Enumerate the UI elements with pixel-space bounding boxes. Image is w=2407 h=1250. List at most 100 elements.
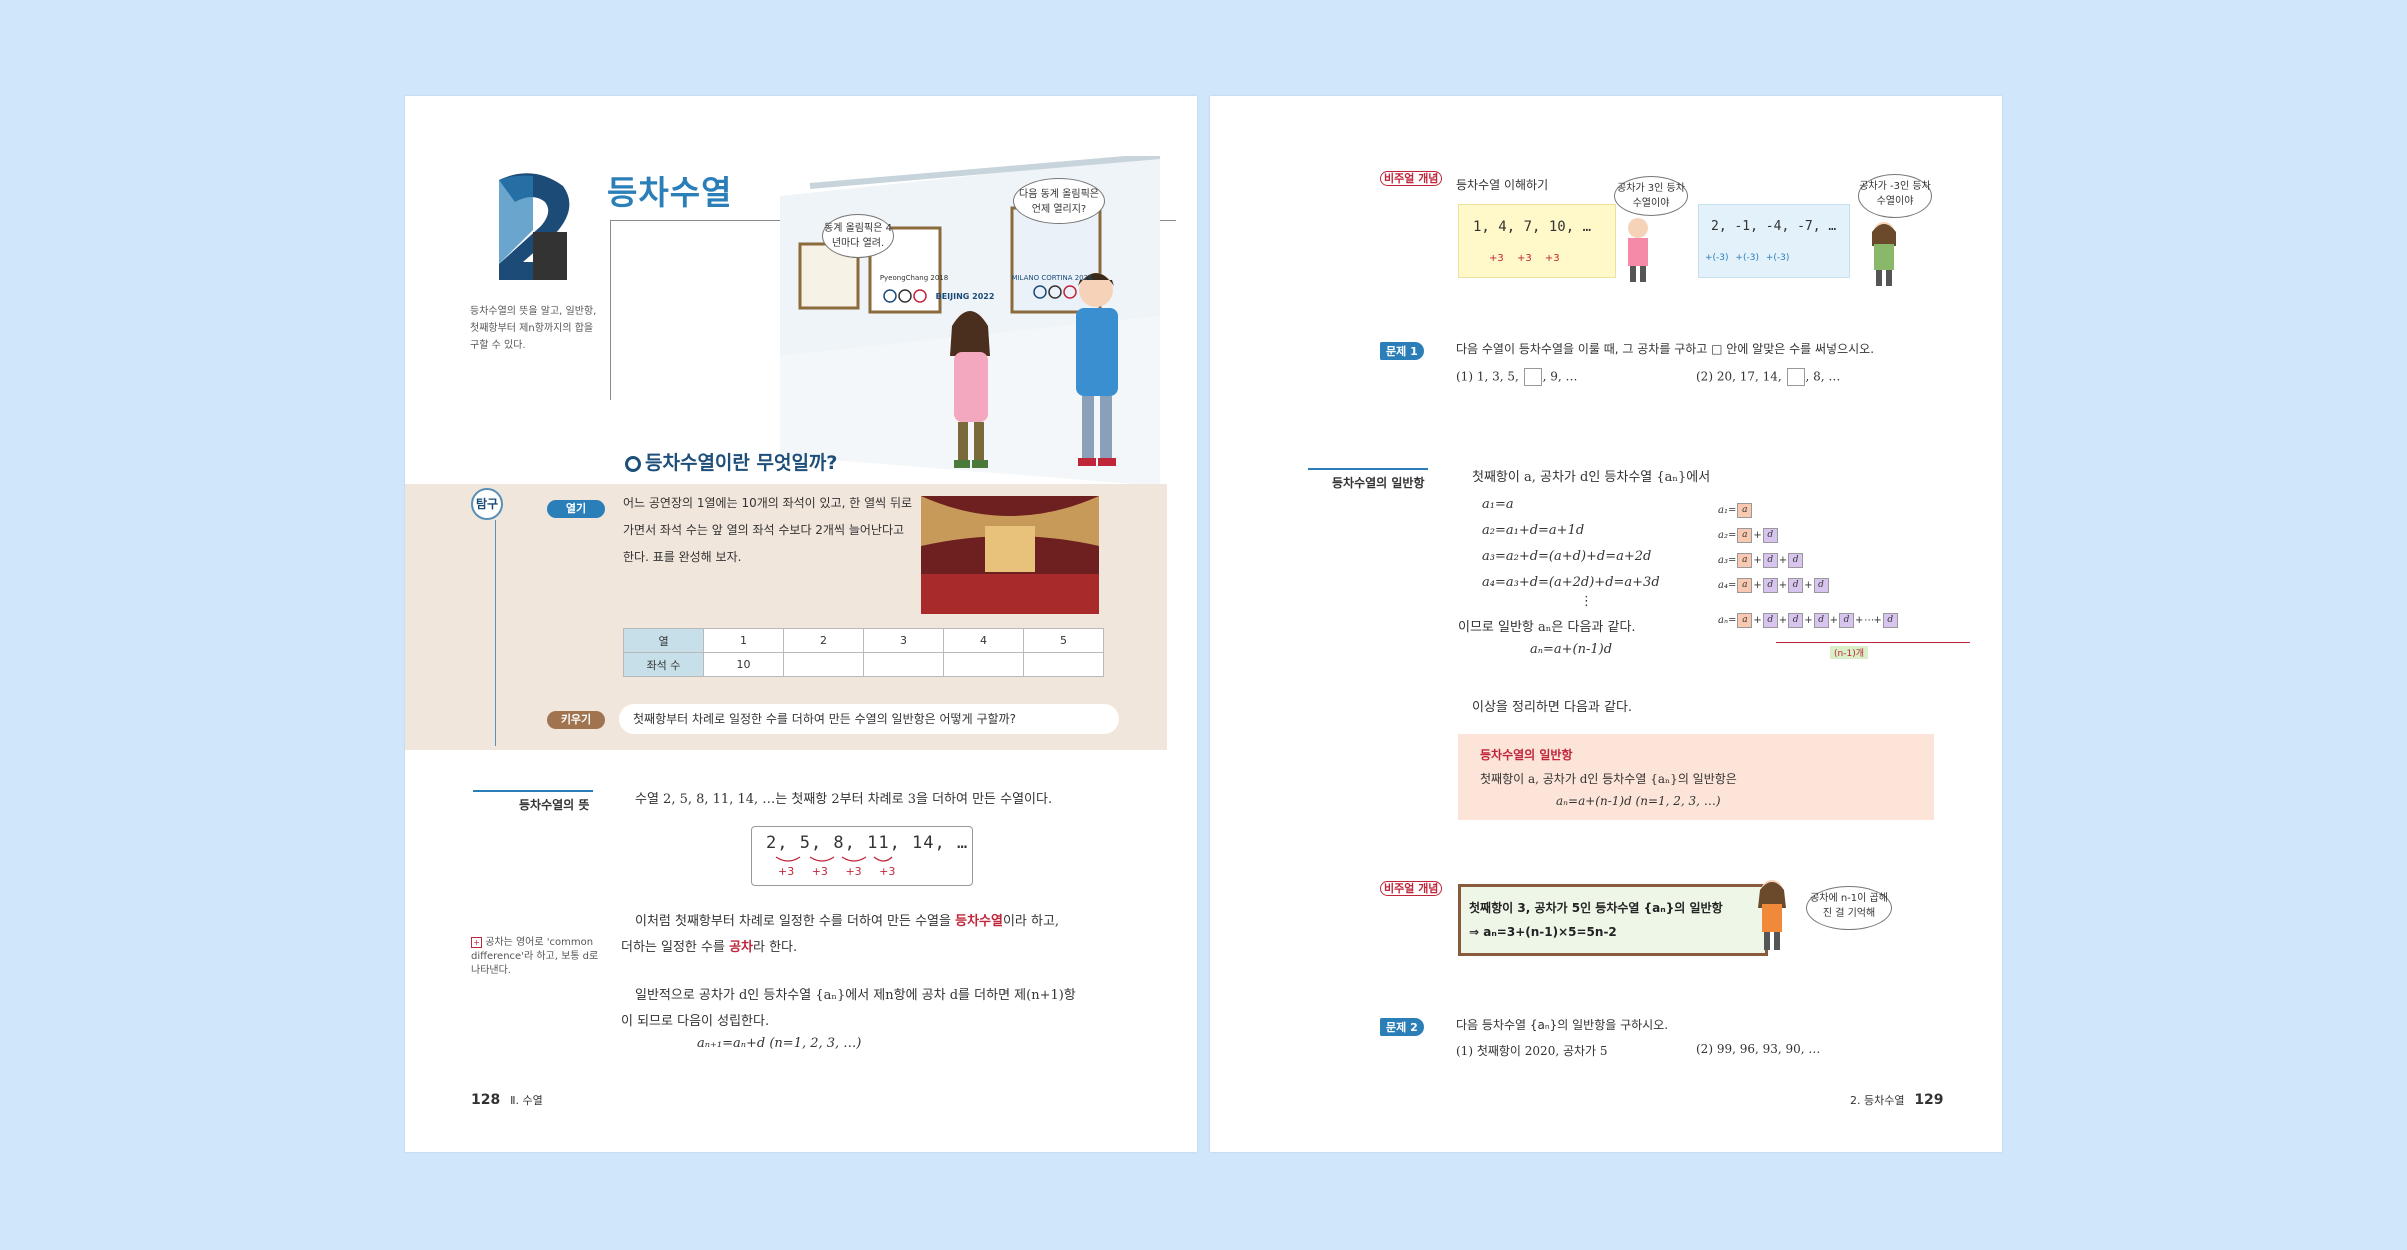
table-header-seats: 좌석 수: [623, 652, 704, 677]
page-number: 128: [471, 1092, 501, 1108]
sequence-b-diffs: +(-3) +(-3) +(-3): [1705, 253, 1789, 263]
diff-label: +3: [778, 865, 795, 878]
inquiry-heading-text: 등차수열이란 무엇일까?: [645, 452, 838, 474]
diff-label: +3: [845, 865, 862, 878]
problem-1-item-2: (2) 20, 17, 14, , 8, …: [1696, 368, 1840, 386]
inquiry-heading: 등차수열이란 무엇일까?: [625, 448, 837, 475]
problem-2-item-1: (1) 첫째항이 2020, 공차가 5: [1456, 1044, 1608, 1058]
seat-table: 열 1 2 3 4 5 좌석 수 10: [623, 628, 1104, 677]
equation-3: a₃=a₂+d=(a+d)+d=a+2d: [1482, 549, 1652, 564]
visual-concept-logo-2: 비주얼 개념: [1380, 880, 1443, 896]
sequence-a-diffs: +3 +3 +3: [1489, 253, 1560, 264]
problem-2-item-2: (2) 99, 96, 93, 90, …: [1696, 1042, 1821, 1056]
concert-hall-photo: [921, 496, 1099, 614]
diff-label: +(-3): [1765, 253, 1790, 263]
boy-character: [1628, 218, 1648, 282]
diff-label: +(-3): [1735, 253, 1759, 263]
table-cell: 1: [703, 628, 784, 653]
summary-formula: aₙ=a+(n-1)d (n=1, 2, 3, …): [1556, 794, 1721, 808]
diff-label: +3: [1544, 253, 1560, 264]
learning-objective: 등차수열의 뜻을 알고, 일반항, 첫째항부터 제n항까지의 합을 구할 수 있…: [470, 306, 597, 351]
table-cell: 4: [943, 628, 1024, 653]
poster-2-label: BEIJING 2022: [935, 292, 995, 301]
table-cell: 10: [703, 652, 784, 677]
equation-1: a₁=a: [1482, 497, 1514, 512]
girl-character: [1872, 222, 1896, 286]
footer-label: Ⅱ. 수열: [510, 1094, 543, 1107]
side-note: + 공차는 영어로 'common difference'라 하고, 보통 d로…: [471, 936, 601, 978]
section-title: 등차수열: [607, 173, 733, 212]
definition-side-label: 등차수열의 뜻: [519, 798, 590, 812]
diff-label: +3: [879, 865, 896, 878]
problem-text: , 9, …: [1542, 369, 1578, 384]
girl-speech-bubble: 동계 올림픽은 4년마다 열려.: [822, 214, 894, 258]
term-arithmetic-sequence: 등차수열: [955, 914, 1003, 929]
diagram-label: a₄=: [1718, 580, 1737, 591]
visual-logo-text: 비주얼 개념: [1380, 171, 1443, 186]
side-note-text: 공차는 영어로 'common difference'라 하고, 보통 d로 나…: [471, 937, 599, 976]
diff-label: +3: [1489, 253, 1504, 264]
table-cell: 5: [1023, 628, 1104, 653]
recurrence-formula: aₙ₊₁=aₙ+d (n=1, 2, 3, …): [697, 1036, 862, 1051]
sequence-b-box: 2, -1, -4, -7, … +(-3) +(-3) +(-3): [1698, 204, 1850, 278]
visual-logo-text: 비주얼 개념: [1380, 881, 1443, 896]
boy-speech-bubble: 다음 동계 올림픽은 언제 열리지?: [1013, 178, 1105, 224]
general-term-result: aₙ=a+(n-1)d: [1530, 642, 1613, 657]
diagram-row: a₄= a + d + d + d: [1718, 573, 1899, 598]
sequence-box: 2, 5, 8, 11, 14, … +3 +3 +3 +3: [751, 826, 973, 886]
definition-line-2: 이처럼 첫째항부터 차례로 일정한 수를 더하여 만든 수열을 등차수열이라 하…: [635, 910, 1059, 929]
teacher-character: [1758, 880, 1786, 950]
general-term-side-label: 등차수열의 일반항: [1332, 476, 1425, 490]
poster-3-label: MILANO CORTINA 2026: [1011, 274, 1093, 282]
problem-text: (1) 1, 3, 5,: [1456, 369, 1523, 384]
block-diagram: a₁= a a₂= a + d a₃= a + d + d a₄= a + d + d + d aₙ= a + d + d…: [1718, 498, 1899, 633]
header-vertical-rule: [610, 220, 611, 400]
problem-2-badge: 문제 2: [1380, 1016, 1424, 1036]
right-page: 비주얼 개념 등차수열 이해하기 1, 4, 7, 10, … +3 +3 +3…: [1210, 96, 2002, 1152]
inquiry-label: 탐구: [471, 488, 503, 520]
chapter-number-graphic: [499, 173, 570, 280]
diagram-label: a₃=: [1718, 555, 1737, 566]
difference-arcs: [775, 856, 893, 862]
sequence-b-text: 2, -1, -4, -7, …: [1711, 219, 1837, 234]
inquiry-connector: [495, 520, 503, 750]
general-term-conclusion: 이므로 일반항 aₙ은 다음과 같다.: [1458, 620, 1636, 635]
diagram-label: a₂=: [1718, 530, 1737, 541]
difference-labels: +3 +3 +3 +3: [778, 865, 895, 878]
diagram-brace: [1776, 642, 1970, 643]
def-text: 이라 하고,: [1002, 914, 1060, 929]
table-cell-blank[interactable]: [783, 652, 864, 677]
summary-box: 등차수열의 일반항 첫째항이 a, 공차가 d인 등차수열 {aₙ}의 일반항은…: [1458, 734, 1934, 820]
derivation-equations: a₁=a a₂=a₁+d=a+1d a₃=a₂+d=(a+d)+d=a+2d a…: [1482, 492, 1660, 596]
page-number-left: 128 Ⅱ. 수열: [471, 1092, 543, 1108]
diff-label: +(-3): [1705, 253, 1729, 263]
table-cell-blank[interactable]: [863, 652, 944, 677]
sequence-text: 2, 5, 8, 11, 14, …: [766, 833, 969, 853]
diagram-label: a₁=: [1718, 505, 1737, 516]
diagram-brace-label: (n-1)개: [1830, 646, 1868, 659]
table-cell-blank[interactable]: [1023, 652, 1104, 677]
plus-note-icon: +: [471, 937, 482, 948]
visual-concept-logo: 비주얼 개념: [1380, 170, 1443, 186]
table-row: 열 1 2 3 4 5: [623, 628, 1104, 653]
table-cell: 3: [863, 628, 944, 653]
diagram-row: a₁= a: [1718, 498, 1899, 523]
answer-box[interactable]: [1786, 368, 1805, 386]
definition-line-5: 이 되므로 다음이 성립한다.: [621, 1014, 770, 1029]
side-label-rule: [473, 790, 593, 792]
page-number-right: 2. 등차수열 129: [1850, 1092, 1944, 1108]
summary-title: 등차수열의 일반항: [1480, 748, 1573, 762]
table-cell-blank[interactable]: [943, 652, 1024, 677]
side-label-rule: [1308, 468, 1428, 470]
answer-box[interactable]: [1523, 368, 1542, 386]
board-line-2: ⇒ aₙ=3+(n-1)×5=5n-2: [1469, 925, 1617, 939]
footer-label: 2. 등차수열: [1850, 1094, 1905, 1107]
equation-4: a₄=a₃+d=(a+2d)+d=a+3d: [1482, 575, 1660, 590]
poster-1-label: PyeongChang 2018: [879, 274, 949, 282]
speech-bubble-b: 공차가 -3인 등차수열이야: [1858, 174, 1932, 218]
diagram-row: a₃= a + d + d: [1718, 548, 1899, 573]
term-common-difference: 공차: [729, 940, 753, 955]
grow-badge: 키우기: [547, 711, 605, 729]
problem-2-text: 다음 등차수열 {aₙ}의 일반항을 구하시오.: [1456, 1018, 1669, 1032]
open-badge: 열기: [547, 500, 605, 518]
